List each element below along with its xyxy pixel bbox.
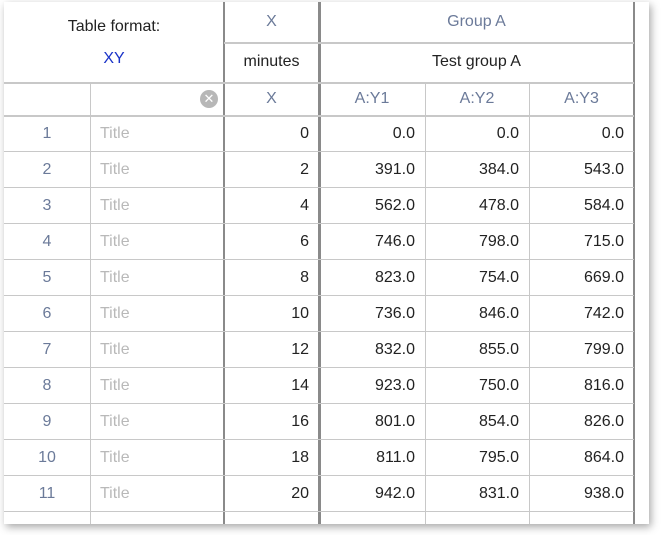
y2-value-cell[interactable]: 798.0: [425, 224, 529, 260]
y1-value-cell[interactable]: 0.0: [319, 116, 425, 152]
data-table: Table format: XY X Group A minutes Test …: [4, 2, 649, 524]
y2-value-cell[interactable]: 384.0: [425, 152, 529, 188]
y2-value-cell[interactable]: 831.0: [425, 476, 529, 512]
grid-line: [633, 2, 635, 524]
grid-line: [4, 403, 634, 404]
grid-line: [318, 2, 321, 524]
y1-value-cell[interactable]: 746.0: [319, 224, 425, 260]
row-number[interactable]: 7: [4, 332, 90, 368]
row-number[interactable]: 10: [4, 440, 90, 476]
x-value-cell[interactable]: 18: [224, 440, 319, 476]
row-title-clear-cell: ✕: [90, 82, 224, 116]
row-number[interactable]: 4: [4, 224, 90, 260]
table-format-value[interactable]: XY: [4, 38, 224, 78]
grid-line: [4, 331, 634, 332]
y3-value-cell[interactable]: 816.0: [529, 368, 634, 404]
grid-line: [223, 2, 225, 524]
y3-value-cell[interactable]: 742.0: [529, 296, 634, 332]
row-title-cell[interactable]: Title: [90, 404, 224, 440]
y3-value-cell[interactable]: 826.0: [529, 404, 634, 440]
y3-value-cell[interactable]: 864.0: [529, 440, 634, 476]
y1-value-cell[interactable]: 562.0: [319, 188, 425, 224]
y2-value-cell[interactable]: 754.0: [425, 260, 529, 296]
row-number[interactable]: 6: [4, 296, 90, 332]
grid-line: [4, 259, 634, 260]
y2-value-cell[interactable]: 855.0: [425, 332, 529, 368]
group-a-header[interactable]: Group A: [319, 2, 634, 42]
grid-line: [529, 82, 530, 524]
x-value-cell[interactable]: 2: [224, 152, 319, 188]
x-value-cell[interactable]: 0: [224, 116, 319, 152]
row-title-cell[interactable]: Title: [90, 260, 224, 296]
grid-line: [4, 439, 634, 440]
grid-line: [4, 115, 634, 117]
row-title-cell[interactable]: Title: [90, 152, 224, 188]
x-value-cell[interactable]: 8: [224, 260, 319, 296]
column-header-y3[interactable]: A:Y3: [529, 82, 634, 116]
grid-line: [90, 82, 91, 524]
grid-line: [4, 82, 634, 84]
row-title-cell[interactable]: Title: [90, 332, 224, 368]
grid-line: [4, 475, 634, 476]
column-header-y1[interactable]: A:Y1: [319, 82, 425, 116]
y1-value-cell[interactable]: 832.0: [319, 332, 425, 368]
x-value-cell[interactable]: 6: [224, 224, 319, 260]
y1-value-cell[interactable]: 923.0: [319, 368, 425, 404]
row-number[interactable]: 3: [4, 188, 90, 224]
y1-value-cell[interactable]: 942.0: [319, 476, 425, 512]
y3-value-cell[interactable]: 543.0: [529, 152, 634, 188]
grid-line: [4, 367, 634, 368]
grid-line: [425, 82, 426, 524]
clear-circle-icon[interactable]: ✕: [200, 90, 218, 108]
y2-value-cell[interactable]: 750.0: [425, 368, 529, 404]
grid-line: [4, 187, 634, 188]
y3-value-cell[interactable]: 0.0: [529, 116, 634, 152]
row-number[interactable]: 1: [4, 116, 90, 152]
y2-value-cell[interactable]: 795.0: [425, 440, 529, 476]
y2-value-cell[interactable]: 846.0: [425, 296, 529, 332]
table-format-label: Table format:: [67, 18, 161, 35]
column-header-x[interactable]: X: [224, 82, 319, 116]
x-value-cell[interactable]: 4: [224, 188, 319, 224]
y1-value-cell[interactable]: 823.0: [319, 260, 425, 296]
row-number[interactable]: 11: [4, 476, 90, 512]
row-title-cell[interactable]: Title: [90, 440, 224, 476]
x-value-cell[interactable]: 20: [224, 476, 319, 512]
row-title-cell[interactable]: Title: [90, 296, 224, 332]
y3-value-cell[interactable]: 715.0: [529, 224, 634, 260]
row-title-cell[interactable]: Title: [90, 476, 224, 512]
y1-value-cell[interactable]: 391.0: [319, 152, 425, 188]
row-title-cell[interactable]: Title: [90, 368, 224, 404]
x-value-cell[interactable]: 12: [224, 332, 319, 368]
row-number[interactable]: 8: [4, 368, 90, 404]
y2-value-cell[interactable]: 0.0: [425, 116, 529, 152]
y1-value-cell[interactable]: 811.0: [319, 440, 425, 476]
y3-value-cell[interactable]: 584.0: [529, 188, 634, 224]
row-title-cell[interactable]: Title: [90, 188, 224, 224]
x-value-cell[interactable]: 14: [224, 368, 319, 404]
y3-value-cell[interactable]: 669.0: [529, 260, 634, 296]
x-value-cell[interactable]: 10: [224, 296, 319, 332]
x-value-cell[interactable]: 16: [224, 404, 319, 440]
row-title-cell[interactable]: Title: [90, 224, 224, 260]
y2-value-cell[interactable]: 478.0: [425, 188, 529, 224]
x-group-header[interactable]: X: [224, 2, 319, 42]
grid-line: [4, 223, 634, 224]
y1-value-cell[interactable]: 801.0: [319, 404, 425, 440]
grid-line: [4, 295, 634, 296]
row-number[interactable]: 2: [4, 152, 90, 188]
row-number[interactable]: 5: [4, 260, 90, 296]
y3-value-cell[interactable]: 938.0: [529, 476, 634, 512]
column-header-y2[interactable]: A:Y2: [425, 82, 529, 116]
grid-line: [4, 151, 634, 152]
row-number[interactable]: 9: [4, 404, 90, 440]
group-title-header[interactable]: Test group A: [319, 42, 634, 82]
row-title-cell[interactable]: Title: [90, 116, 224, 152]
x-units-header[interactable]: minutes: [224, 42, 319, 82]
y1-value-cell[interactable]: 736.0: [319, 296, 425, 332]
grid-line: [4, 511, 634, 512]
grid-line: [224, 42, 634, 44]
y2-value-cell[interactable]: 854.0: [425, 404, 529, 440]
y3-value-cell[interactable]: 799.0: [529, 332, 634, 368]
